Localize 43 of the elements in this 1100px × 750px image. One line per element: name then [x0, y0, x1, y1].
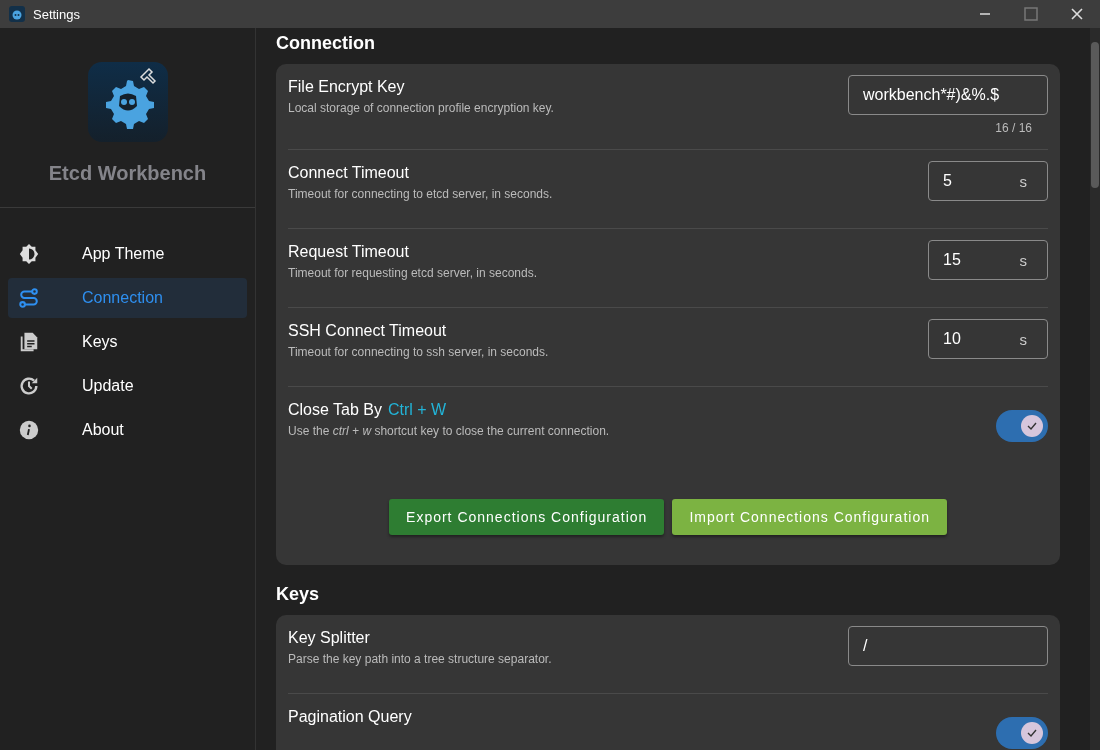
toggle-switch[interactable] [996, 717, 1048, 749]
setting-label: SSH Connect Timeout [288, 322, 447, 339]
text-field[interactable]: / [848, 626, 1048, 666]
app-icon [9, 6, 25, 22]
sidebar-item[interactable]: Keys [8, 322, 247, 362]
character-counter: 16 / 16 [994, 121, 1032, 135]
text-field[interactable]: workbench*#)&%.$ [848, 75, 1048, 115]
update-icon [18, 375, 40, 397]
setting-label: File Encrypt Key [288, 78, 405, 95]
section-heading: Keys [276, 583, 321, 606]
section-heading: Connection [276, 32, 376, 55]
maximize-icon [1024, 7, 1038, 21]
scrollbar[interactable] [1090, 28, 1100, 750]
shortcut-label: Ctrl + W [388, 401, 447, 418]
setting-label: Pagination Query [288, 708, 412, 725]
number-field[interactable]: 15 s [928, 240, 1048, 280]
number-field[interactable]: 10 s [928, 319, 1048, 359]
sidebar-item[interactable]: App Theme [8, 234, 247, 274]
sidebar-item[interactable]: Connection [8, 278, 247, 318]
sidebar-item[interactable]: Update [8, 366, 247, 406]
theme-icon [18, 243, 40, 265]
check-icon [1027, 421, 1037, 431]
sidebar-item[interactable]: About [8, 410, 247, 450]
close-icon [1071, 8, 1083, 20]
setting-description: Parse the key path into a tree structure separator. [288, 652, 553, 666]
app-name: Etcd Workbench [48, 162, 207, 185]
window-title: Settings [33, 6, 81, 22]
check-icon [1027, 728, 1037, 738]
keys-icon [18, 331, 40, 353]
setting-description: Use the ctrl + w shortcut key to close the current connection. [288, 424, 611, 438]
toggle-switch[interactable] [996, 410, 1048, 442]
setting-description: Timeout for connecting to ssh server, in seconds. [288, 345, 550, 359]
setting-label: Request Timeout [288, 243, 409, 260]
about-icon [18, 419, 40, 441]
connection-icon [18, 287, 40, 309]
setting-label: Close Tab By [288, 401, 382, 418]
setting-label: Key Splitter [288, 629, 370, 646]
config-button[interactable]: Export Connections Configuration [389, 499, 665, 535]
number-field[interactable]: 5 s [928, 161, 1048, 201]
setting-description: Timeout for connecting to etcd server, in seconds. [288, 187, 554, 201]
setting-description: Local storage of connection profile encryption key. [288, 101, 555, 115]
setting-label: Connect Timeout [288, 164, 409, 181]
setting-description: Timeout for requesting etcd server, in seconds. [288, 266, 538, 280]
